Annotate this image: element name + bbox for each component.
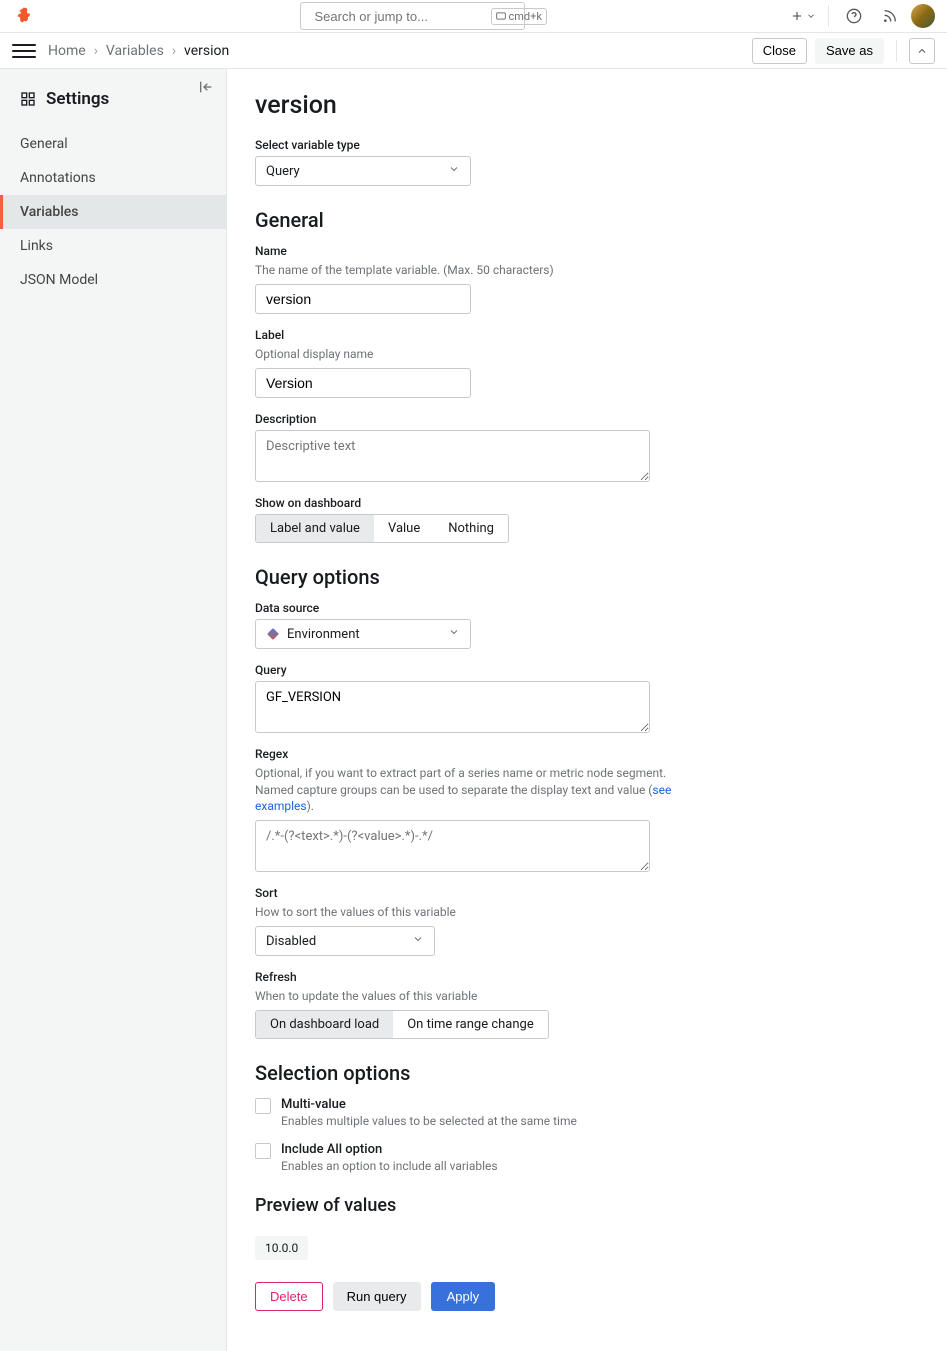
sort-label: Sort [255, 886, 919, 900]
datasource-label: Data source [255, 601, 919, 615]
grafana-logo[interactable] [12, 4, 36, 28]
settings-title: Settings [0, 79, 226, 127]
name-label: Name [255, 244, 919, 258]
description-input[interactable] [266, 439, 639, 469]
sidebar-item-links[interactable]: Links [0, 229, 226, 263]
divider [896, 40, 897, 62]
query-textarea[interactable] [255, 681, 650, 733]
query-label: Query [255, 663, 919, 677]
datasource-icon [267, 628, 279, 640]
expand-button[interactable] [909, 38, 935, 64]
label-input[interactable] [266, 375, 460, 391]
description-textarea[interactable] [255, 430, 650, 482]
divider [828, 5, 829, 27]
user-avatar[interactable] [911, 4, 935, 28]
breadcrumb: Home › Variables › version [48, 43, 229, 59]
page-title: version [255, 91, 919, 120]
global-search[interactable]: cmd+k [300, 2, 525, 30]
refresh-label: Refresh [255, 970, 919, 984]
settings-sidebar: Settings General Annotations Variables L… [0, 69, 227, 1351]
include-all-label: Include All option [281, 1142, 498, 1157]
include-all-help: Enables an option to include all variabl… [281, 1159, 498, 1173]
show-on-dashboard-label: Show on dashboard [255, 496, 919, 510]
query-input[interactable] [266, 690, 639, 720]
variable-type-label: Select variable type [255, 138, 919, 152]
general-section-title: General [255, 208, 919, 232]
apply-button[interactable]: Apply [431, 1282, 496, 1311]
refresh-help: When to update the values of this variab… [255, 988, 919, 1004]
apps-icon [20, 91, 36, 107]
regex-textarea[interactable] [255, 820, 650, 872]
sort-help: How to sort the values of this variable [255, 904, 919, 920]
show-on-dashboard-radio: Label and value Value Nothing [255, 514, 509, 543]
collapse-sidebar-icon[interactable] [194, 75, 218, 99]
regex-help: Optional, if you want to extract part of… [255, 765, 675, 814]
sidebar-item-variables[interactable]: Variables [0, 195, 226, 229]
chevron-down-icon [448, 163, 460, 179]
chevron-down-icon [448, 626, 460, 642]
query-options-title: Query options [255, 565, 919, 589]
sidebar-item-general[interactable]: General [0, 127, 226, 161]
breadcrumb-item[interactable]: Variables [106, 43, 164, 59]
label-help: Optional display name [255, 346, 919, 362]
chevron-right-icon: › [94, 43, 98, 59]
refresh-on-load[interactable]: On dashboard load [256, 1011, 393, 1038]
refresh-on-time-range[interactable]: On time range change [393, 1011, 548, 1038]
help-icon[interactable] [839, 1, 869, 31]
multi-value-help: Enables multiple values to be selected a… [281, 1114, 577, 1128]
sidebar-item-annotations[interactable]: Annotations [0, 161, 226, 195]
shortcut-hint: cmd+k [491, 8, 547, 25]
regex-label: Regex [255, 747, 919, 761]
regex-input[interactable] [266, 829, 639, 859]
save-as-button[interactable]: Save as [815, 38, 884, 64]
add-menu-button[interactable] [788, 1, 818, 31]
breadcrumb-item[interactable]: Home [48, 43, 86, 59]
multi-value-checkbox[interactable] [255, 1098, 271, 1114]
delete-button[interactable]: Delete [255, 1282, 323, 1311]
close-button[interactable]: Close [752, 38, 807, 64]
news-icon[interactable] [875, 1, 905, 31]
name-input[interactable] [266, 291, 460, 307]
sidebar-item-json-model[interactable]: JSON Model [0, 263, 226, 297]
chevron-down-icon [412, 933, 424, 949]
include-all-checkbox[interactable] [255, 1143, 271, 1159]
refresh-radio: On dashboard load On time range change [255, 1010, 549, 1039]
description-label: Description [255, 412, 919, 426]
multi-value-label: Multi-value [281, 1097, 577, 1112]
show-option-label-and-value[interactable]: Label and value [256, 515, 374, 542]
name-help: The name of the template variable. (Max.… [255, 262, 919, 278]
search-input[interactable] [315, 9, 491, 24]
sort-select[interactable]: Disabled [255, 926, 435, 956]
breadcrumb-item: version [184, 43, 229, 59]
selection-options-title: Selection options [255, 1061, 919, 1085]
preview-title: Preview of values [255, 1195, 919, 1216]
label-label: Label [255, 328, 919, 342]
variable-type-select[interactable]: Query [255, 156, 471, 186]
run-query-button[interactable]: Run query [333, 1282, 421, 1311]
preview-value-chip: 10.0.0 [255, 1236, 308, 1260]
show-option-value[interactable]: Value [374, 515, 434, 542]
show-option-nothing[interactable]: Nothing [434, 515, 508, 542]
menu-toggle-icon[interactable] [12, 39, 36, 63]
chevron-right-icon: › [172, 43, 176, 59]
datasource-select[interactable]: Environment [255, 619, 471, 649]
